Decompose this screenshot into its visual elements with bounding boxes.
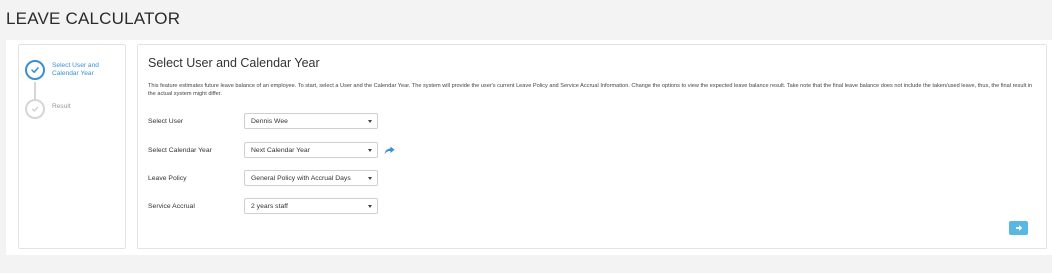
select-user-row: Select User Dennis Wee [148,112,378,130]
check-icon [25,60,45,80]
leave-policy-value: General Policy with Accrual Days [251,174,351,182]
check-icon [25,99,45,119]
caret-down-icon [368,119,372,123]
leave-policy-dropdown[interactable]: General Policy with Accrual Days [244,170,378,186]
caret-down-icon [368,204,372,208]
select-calendar-year-value: Next Calendar Year [251,146,310,154]
main-container: Select User and Calendar Year Result Sel… [6,40,1052,255]
next-button[interactable] [1009,221,1028,235]
page-title: LEAVE CALCULATOR [6,9,181,28]
wizard-steps: Select User and Calendar Year Result [18,44,126,249]
description-text: This feature estimates future leave bala… [148,83,1033,97]
panel-title: Select User and Calendar Year [148,56,320,70]
leave-policy-label: Leave Policy [148,174,187,182]
service-accrual-value: 2 years staff [251,202,288,210]
service-accrual-label: Service Accrual [148,202,195,210]
caret-down-icon [368,148,372,152]
select-user-label: Select User [148,117,184,125]
select-calendar-year-dropdown[interactable]: Next Calendar Year [244,142,378,158]
wizard-step-label: Result [52,103,71,110]
leave-policy-row: Leave Policy General Policy with Accrual… [148,169,378,187]
select-user-dropdown[interactable]: Dennis Wee [244,113,378,129]
caret-down-icon [368,176,372,180]
service-accrual-dropdown[interactable]: 2 years staff [244,198,378,214]
select-calendar-year-row: Select Calendar Year Next Calendar Year [148,141,395,159]
form-panel: Select User and Calendar Year This featu… [137,44,1047,249]
arrow-right-icon [1015,225,1022,231]
wizard-step-label: Select User and Calendar Year [52,62,99,77]
wizard-step-select-user[interactable]: Select User and Calendar Year [25,60,104,80]
service-accrual-row: Service Accrual 2 years staff [148,197,378,215]
select-user-value: Dennis Wee [251,117,288,125]
wizard-step-result[interactable]: Result [25,99,71,119]
share-arrow-icon[interactable] [384,146,395,155]
select-calendar-year-label: Select Calendar Year [148,146,212,154]
